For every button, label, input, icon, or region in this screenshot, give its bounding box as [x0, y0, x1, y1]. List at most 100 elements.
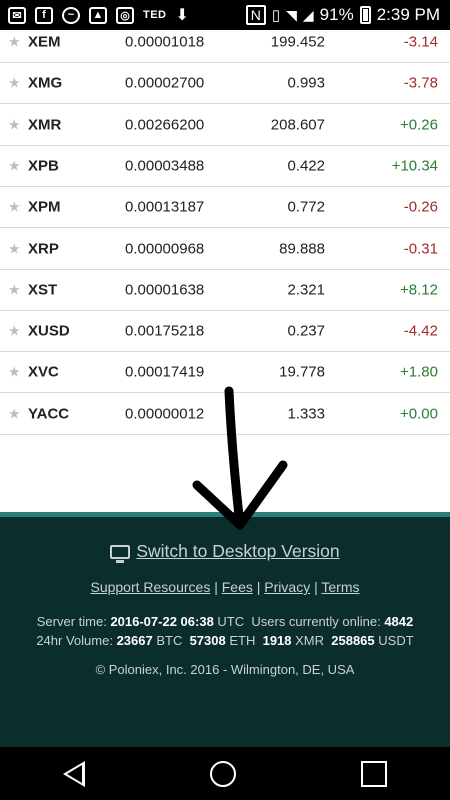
volume: 0.422	[287, 157, 325, 175]
last-price: 0.00000968	[125, 240, 205, 257]
star-icon[interactable]: ★	[8, 157, 21, 174]
volume: 19.778	[279, 363, 325, 381]
users-online-label: Users currently online:	[251, 614, 381, 629]
star-icon[interactable]: ★	[8, 240, 21, 257]
table-row[interactable]: ★ XPB 0.00003488 0.422 +10.34	[0, 146, 450, 187]
gallery-icon: ▲	[89, 6, 107, 24]
switch-desktop-label: Switch to Desktop Version	[136, 541, 340, 561]
star-icon[interactable]: ★	[8, 405, 21, 422]
battery-icon	[359, 6, 371, 24]
coin-symbol: XST	[28, 281, 58, 299]
volume-xmr: 1918	[262, 633, 292, 648]
percent-change: -4.42	[403, 322, 438, 340]
server-stats: Server time: 2016-07-22 06:38 UTC Users …	[0, 612, 450, 650]
back-icon[interactable]	[62, 760, 85, 787]
volume-eth: 57308	[189, 633, 226, 648]
last-price: 0.00013187	[125, 198, 205, 216]
percent-change: -3.14	[403, 33, 438, 51]
clock: 2:39 PM	[376, 5, 440, 24]
table-row[interactable]: ★ XMG 0.00002700 0.993 -3.78	[0, 63, 450, 105]
privacy-link[interactable]: Privacy	[264, 579, 310, 595]
coin-symbol: XMR	[28, 116, 62, 134]
footer: Switch to Desktop Version Support Resour…	[0, 512, 450, 747]
terms-link[interactable]: Terms	[321, 579, 359, 595]
percent-change: +8.12	[400, 281, 438, 299]
last-price: 0.00003488	[125, 157, 205, 175]
coin-symbol: XPB	[28, 157, 59, 175]
server-time-label: Server time:	[36, 614, 107, 629]
status-bar: ✉ f ~ ▲ ◎ TED ⬇ N ▯ ◥ ◢ 91% 2:39 PM	[0, 0, 450, 30]
messenger-icon: ~	[62, 6, 80, 24]
volume-btc: 23667	[116, 633, 153, 648]
server-time-tz: UTC	[217, 614, 245, 629]
copyright: © Poloniex, Inc. 2016 - Wilmington, DE, …	[95, 662, 355, 677]
volume: 0.237	[287, 322, 325, 340]
footer-links: Support Resources | Fees | Privacy | Ter…	[90, 579, 360, 595]
eth-unit: ETH	[229, 633, 256, 648]
star-icon[interactable]: ★	[8, 364, 21, 381]
star-icon[interactable]: ★	[8, 199, 21, 216]
home-icon[interactable]	[209, 760, 236, 787]
percent-change: -0.26	[403, 198, 438, 216]
btc-unit: BTC	[156, 633, 183, 648]
last-price: 0.00001638	[125, 281, 205, 299]
last-price: 0.00175218	[125, 322, 205, 340]
volume: 0.772	[287, 198, 325, 216]
last-price: 0.00266200	[125, 116, 205, 134]
table-row[interactable]: ★ XMR 0.00266200 208.607 +0.26	[0, 105, 450, 146]
coin-symbol: XUSD	[28, 322, 70, 340]
usdt-unit: USDT	[378, 633, 414, 648]
signal-icon: ◢	[302, 6, 314, 23]
xmr-unit: XMR	[295, 633, 325, 648]
coin-symbol: XPM	[28, 198, 61, 216]
star-icon[interactable]: ★	[8, 116, 21, 133]
percent-change: -0.31	[403, 240, 438, 257]
switch-desktop-link[interactable]: Switch to Desktop Version	[0, 541, 450, 563]
percent-change: +10.34	[391, 157, 438, 175]
wifi-icon: ◥	[286, 6, 297, 23]
last-price: 0.00002700	[125, 74, 205, 92]
fees-link[interactable]: Fees	[222, 579, 253, 595]
volume: 89.888	[279, 240, 325, 257]
recent-apps-icon[interactable]	[361, 760, 388, 787]
last-price: 0.00001018	[125, 33, 205, 51]
coin-symbol: XVC	[28, 363, 59, 381]
instagram-icon: ◎	[116, 6, 134, 24]
volume: 208.607	[270, 116, 325, 134]
coin-symbol: XEM	[28, 33, 61, 51]
percent-change: +0.26	[400, 116, 438, 134]
volume-usdt: 258865	[331, 633, 375, 648]
last-price: 0.00017419	[125, 363, 205, 381]
download-icon: ⬇	[175, 7, 189, 24]
mail-icon: ✉	[8, 6, 26, 24]
coin-symbol: XRP	[28, 240, 59, 257]
monitor-icon	[110, 544, 131, 563]
volume: 199.452	[270, 33, 325, 51]
star-icon[interactable]: ★	[8, 323, 21, 340]
hand-drawn-arrow	[192, 386, 288, 530]
star-icon[interactable]: ★	[8, 34, 21, 51]
nfc-icon: N	[245, 5, 266, 25]
facebook-icon: f	[35, 6, 53, 24]
table-row[interactable]: ★ XUSD 0.00175218 0.237 -4.42	[0, 311, 450, 353]
coin-symbol: YACC	[28, 405, 70, 423]
table-row[interactable]: ★ XST 0.00001638 2.321 +8.12	[0, 270, 450, 311]
percent-change: +0.00	[400, 405, 438, 423]
navigation-bar	[0, 747, 450, 800]
support-resources-link[interactable]: Support Resources	[90, 579, 210, 595]
star-icon[interactable]: ★	[8, 281, 21, 298]
table-row[interactable]: ★ XRP 0.00000968 89.888 -0.31	[0, 229, 450, 270]
percent-change: +1.80	[400, 363, 438, 381]
vibrate-icon: ▯	[271, 7, 281, 24]
percent-change: -3.78	[403, 74, 438, 92]
volume: 2.321	[287, 281, 325, 299]
server-time-value: 2016-07-22 06:38	[110, 614, 214, 629]
table-row[interactable]: ★ XEM 0.00001018 199.452 -3.14	[0, 30, 450, 63]
ted-icon: TED	[143, 9, 167, 21]
volume: 0.993	[287, 74, 325, 92]
users-online-value: 4842	[384, 614, 414, 629]
volume-label: 24hr Volume:	[36, 633, 113, 648]
battery-percent: 91%	[319, 5, 354, 24]
table-row[interactable]: ★ XPM 0.00013187 0.772 -0.26	[0, 187, 450, 229]
star-icon[interactable]: ★	[8, 75, 21, 92]
